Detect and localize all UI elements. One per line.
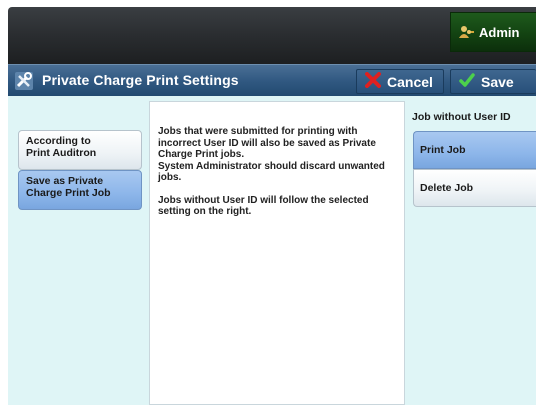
description-paragraph-2: Jobs without User ID will follow the sel… [158,195,396,218]
title-bar: Private Charge Print Settings Cancel Sav… [8,64,536,96]
option-label-line: Charge Print Job [26,187,111,199]
tools-icon [14,71,34,91]
option-delete-job[interactable]: Delete Job [413,169,536,207]
option-print-job-label: Print Job [420,144,466,156]
option-label-line: Save as Private [26,175,104,187]
option-label-line: Print Auditron [26,147,97,159]
description-line: incorrect User ID will also be saved as … [158,137,376,149]
green-check-icon [459,72,475,91]
description-paragraph-1: Jobs that were submitted for printing wi… [158,126,396,184]
description-box: Jobs that were submitted for printing wi… [149,101,405,405]
description-line: Jobs that were submitted for printing wi… [158,126,358,137]
description-line: Charge Print jobs. [158,149,245,160]
option-print-job[interactable]: Print Job [413,131,536,169]
option-according-to-print-auditron[interactable]: According to Print Auditron [18,130,142,170]
save-button[interactable]: Save [450,69,536,94]
user-keys-icon [459,25,475,39]
option-label-line: According to [26,135,91,147]
option-save-as-private-charge-print-job[interactable]: Save as Private Charge Print Job [18,170,142,210]
description-line: setting on the right. [158,206,252,217]
settings-panel: According to Print Auditron Save as Priv… [8,96,536,405]
description-line: Jobs without User ID will follow the sel… [158,194,369,206]
job-without-user-id-heading: Job without User ID [412,111,511,123]
red-x-icon [365,72,381,91]
admin-button-label: Admin [479,24,520,40]
page-title: Private Charge Print Settings [42,72,239,88]
description-line: System Administrator should discard unwa… [158,160,385,172]
cancel-label: Cancel [387,73,433,90]
cancel-button[interactable]: Cancel [356,69,444,94]
description-line: jobs. [158,172,182,183]
option-delete-job-label: Delete Job [420,182,474,194]
save-label: Save [481,73,514,90]
admin-button[interactable]: Admin [450,12,536,52]
